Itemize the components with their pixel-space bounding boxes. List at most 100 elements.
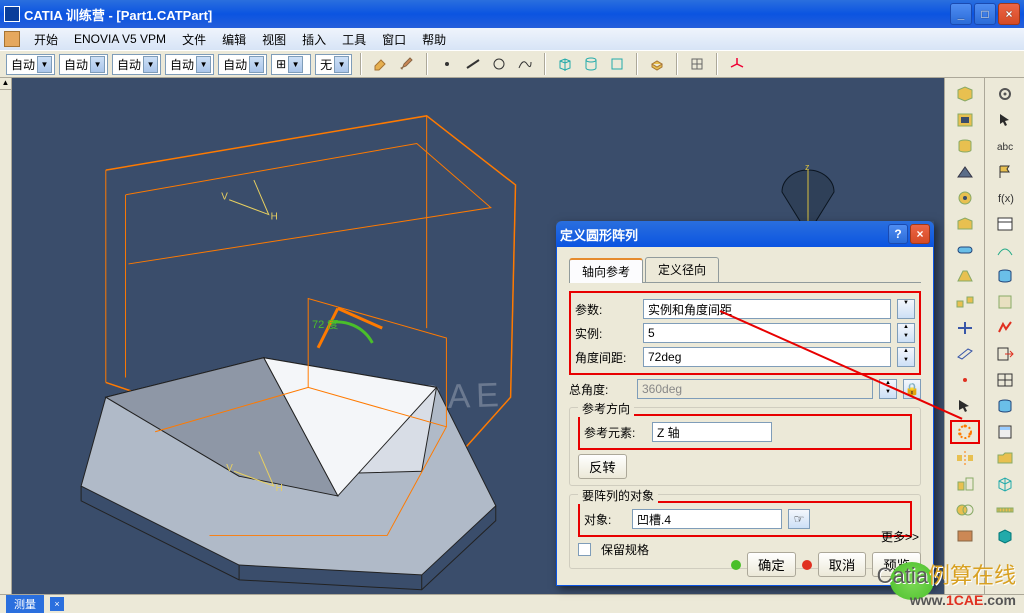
combo-point[interactable]: 自动▼ [165, 54, 214, 75]
dialog-help-button[interactable]: ? [888, 224, 908, 244]
spline-icon[interactable] [514, 53, 536, 75]
dot-icon[interactable] [436, 53, 458, 75]
cancel-button[interactable]: 取消 [818, 552, 867, 577]
menu-help[interactable]: 帮助 [414, 29, 454, 50]
face-icon[interactable] [606, 53, 628, 75]
abc-icon[interactable]: abc [990, 134, 1020, 158]
plane-icon[interactable] [950, 342, 980, 366]
groove-icon[interactable] [950, 160, 980, 184]
point-icon[interactable] [950, 368, 980, 392]
watermark-center: 1CAE [391, 376, 505, 419]
catalog-icon[interactable] [990, 290, 1020, 314]
formula-icon[interactable]: f(x) [990, 186, 1020, 210]
toolbar: 自动▼ 自动▼ 自动▼ 自动▼ 自动▼ ⊞▼ 无▼ [0, 50, 1024, 78]
db-icon[interactable] [990, 264, 1020, 288]
menu-window[interactable]: 窗口 [374, 29, 414, 50]
ok-dot-icon [731, 560, 741, 570]
menu-tools[interactable]: 工具 [334, 29, 374, 50]
menu-enovia[interactable]: ENOVIA V5 VPM [66, 30, 174, 48]
input-ref-elem[interactable]: Z 轴 [652, 422, 772, 442]
multi-icon[interactable] [950, 290, 980, 314]
stiffener-icon[interactable] [950, 264, 980, 288]
keep-spec-checkbox[interactable] [578, 543, 591, 556]
combo-layer[interactable]: ⊞▼ [271, 54, 311, 75]
law-icon[interactable] [990, 238, 1020, 262]
db2-icon[interactable] [990, 394, 1020, 418]
axis-icon[interactable] [726, 53, 748, 75]
svg-text:V: V [221, 192, 228, 203]
minimize-button[interactable]: _ [950, 3, 972, 25]
maximize-button[interactable]: □ [974, 3, 996, 25]
ok-button[interactable]: 确定 [747, 552, 796, 577]
gutter-up[interactable]: ▲ [0, 78, 11, 90]
select-icon[interactable] [990, 108, 1020, 132]
material-icon[interactable] [950, 524, 980, 548]
combo-color[interactable]: 自动▼ [6, 54, 55, 75]
flag-icon[interactable] [990, 160, 1020, 184]
brush-icon[interactable] [396, 53, 418, 75]
bool-icon[interactable] [950, 498, 980, 522]
object-picker-icon[interactable]: ☞ [788, 509, 810, 529]
right-col-1 [944, 78, 984, 594]
cube2-icon[interactable] [990, 524, 1020, 548]
pad-icon[interactable] [950, 82, 980, 106]
svg-text:z: z [805, 162, 810, 172]
tab-axial[interactable]: 轴向参考 [569, 258, 643, 283]
params-dropdown[interactable]: ▼ [897, 299, 915, 319]
folder-icon[interactable] [990, 446, 1020, 470]
hilite-object: 对象: 凹槽.4 ☞ [578, 501, 912, 537]
input-angle-spacing[interactable]: 72deg [643, 347, 891, 367]
measure-icon[interactable] [990, 498, 1020, 522]
calc-icon[interactable] [990, 420, 1020, 444]
shaft-icon[interactable] [950, 134, 980, 158]
label-instances: 实例: [575, 325, 637, 342]
angle-spacing-spinner[interactable]: ▲▼ [897, 347, 915, 367]
cube-icon[interactable] [990, 472, 1020, 496]
scale-icon[interactable] [950, 472, 980, 496]
menu-start[interactable]: 开始 [26, 29, 66, 50]
circle-icon[interactable] [488, 53, 510, 75]
table-icon[interactable] [990, 212, 1020, 236]
combo-linetype[interactable]: 自动▼ [112, 54, 161, 75]
combo-transparency[interactable]: 无▼ [315, 54, 352, 75]
menu-view[interactable]: 视图 [254, 29, 294, 50]
dialog-body: 轴向参考 定义径向 参数: 实例和角度间距 ▼ 实例: 5 ▲▼ 角度间距: 7… [556, 247, 934, 586]
cut-icon[interactable] [950, 316, 980, 340]
input-total-angle: 360deg [637, 379, 873, 399]
paint-icon[interactable] [370, 53, 392, 75]
combo-weight[interactable]: 自动▼ [59, 54, 108, 75]
close-button[interactable]: × [998, 3, 1020, 25]
exit-icon[interactable] [990, 342, 1020, 366]
pocket-icon[interactable] [950, 108, 980, 132]
rib-icon[interactable] [950, 212, 980, 236]
legend-ref-dir: 参考方向 [578, 400, 634, 417]
assembly-icon[interactable] [646, 53, 668, 75]
more-button[interactable]: 更多>> [881, 528, 919, 545]
menu-insert[interactable]: 插入 [294, 29, 334, 50]
sketch-icon[interactable] [990, 316, 1020, 340]
reverse-button[interactable]: 反转 [578, 454, 627, 479]
menu-edit[interactable]: 编辑 [214, 29, 254, 50]
menu-file[interactable]: 文件 [174, 29, 214, 50]
settings-icon[interactable] [990, 82, 1020, 106]
cyl-icon[interactable] [580, 53, 602, 75]
instances-spinner[interactable]: ▲▼ [897, 323, 915, 343]
grid-icon[interactable] [686, 53, 708, 75]
status-close[interactable]: × [50, 597, 64, 611]
box-icon[interactable] [554, 53, 576, 75]
line-icon[interactable] [462, 53, 484, 75]
circular-pattern-icon[interactable] [950, 420, 980, 444]
slot-icon[interactable] [950, 238, 980, 262]
sketch-grid-icon[interactable] [990, 368, 1020, 392]
mirror-pattern-icon[interactable] [950, 446, 980, 470]
right-col-2: abc f(x) [984, 78, 1024, 594]
hole-icon[interactable] [950, 186, 980, 210]
combo-render[interactable]: 自动▼ [218, 54, 267, 75]
dialog-close-button[interactable]: × [910, 224, 930, 244]
tab-crown[interactable]: 定义径向 [645, 257, 719, 282]
status-measure[interactable]: 测量 [6, 595, 44, 613]
dialog-titlebar[interactable]: 定义圆形阵列 ? × [556, 221, 934, 247]
input-object[interactable]: 凹槽.4 [632, 509, 782, 529]
input-params[interactable]: 实例和角度间距 [643, 299, 891, 319]
svg-text:H: H [276, 483, 283, 494]
